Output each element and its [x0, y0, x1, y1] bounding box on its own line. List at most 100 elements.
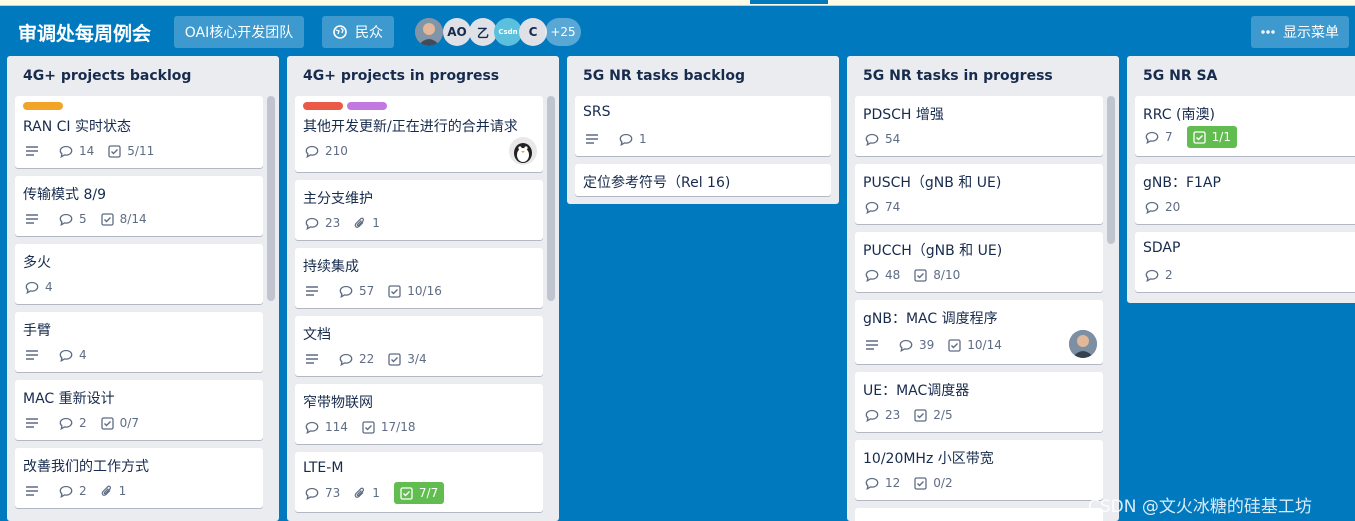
- board-title[interactable]: 审调处每周例会: [18, 19, 151, 46]
- comment-icon: [865, 201, 879, 214]
- card-title: MAC 重新设计: [23, 391, 115, 407]
- card[interactable]: MAC 重新设计 2 0/7: [15, 380, 263, 440]
- card-title: LTE-M: [303, 460, 344, 476]
- card-title: 窄带物联网: [303, 395, 373, 411]
- card-title: RRC (南澳): [1143, 107, 1215, 123]
- checklist-icon: [388, 284, 401, 298]
- card-badges: 73 1 7/7: [305, 482, 458, 504]
- comment-icon: [59, 145, 73, 158]
- card[interactable]: 手臂 4: [15, 312, 263, 372]
- member-avatar-c[interactable]: C: [519, 18, 547, 46]
- member-avatar-photo[interactable]: [415, 18, 443, 46]
- list-scrollbar[interactable]: [267, 96, 275, 301]
- card-title: 传输模式 8/9: [23, 187, 106, 203]
- card[interactable]: 主分支维护 23 1: [295, 180, 543, 240]
- list-title[interactable]: 4G+ projects in progress: [303, 68, 499, 84]
- list-title[interactable]: 5G NR tasks backlog: [583, 68, 745, 84]
- team-button[interactable]: OAI核心开发团队: [174, 16, 304, 48]
- checklist-count: 2/5: [933, 408, 953, 422]
- comment-count: 7: [1165, 130, 1173, 144]
- card-label-orange[interactable]: [23, 102, 63, 110]
- card-partial[interactable]: [855, 508, 1103, 521]
- card-label-purple[interactable]: [347, 102, 387, 110]
- card-label-red[interactable]: [303, 102, 343, 110]
- comment-icon: [305, 145, 319, 158]
- card-badges: 54: [865, 130, 914, 148]
- card-title: PUCCH（gNB 和 UE): [863, 243, 1003, 259]
- checklist-count: 8/10: [933, 268, 961, 282]
- watermark: CSDN @文火冰糖的硅基工坊: [1088, 497, 1312, 517]
- card-member-avatar[interactable]: [509, 137, 537, 165]
- show-menu-button[interactable]: 显示菜单: [1251, 16, 1349, 48]
- list-scrollbar[interactable]: [1107, 96, 1115, 244]
- card[interactable]: 窄带物联网 114 17/18: [295, 384, 543, 444]
- card[interactable]: 多火 4: [15, 244, 263, 304]
- description-icon: [26, 486, 38, 496]
- more-members-button[interactable]: +25: [545, 18, 581, 46]
- checklist-icon: [108, 144, 121, 158]
- list-4g-backlog: 4G+ projects backlog RAN CI 实时状态 14 5/11…: [7, 56, 279, 521]
- description-icon: [306, 354, 318, 364]
- card-badges: 1: [585, 130, 661, 148]
- card[interactable]: PDSCH 增强 54: [855, 96, 1103, 156]
- card-title: 其他开发更新/正在进行的合并请求: [303, 119, 518, 135]
- card-badges: 2: [1145, 266, 1187, 284]
- card[interactable]: SRS 1: [575, 96, 831, 156]
- comment-count: 2: [79, 484, 87, 498]
- card[interactable]: PUSCH（gNB 和 UE) 74: [855, 164, 1103, 224]
- checklist-complete-badge: 1/1: [1186, 126, 1237, 148]
- card[interactable]: 改善我们的工作方式 2 1: [15, 448, 263, 508]
- card[interactable]: UE：MAC调度器 23 2/5: [855, 372, 1103, 432]
- member-avatar-ao[interactable]: AO: [443, 18, 471, 46]
- card-title: PDSCH 增强: [863, 107, 944, 123]
- card[interactable]: SDAP 2: [1135, 232, 1355, 292]
- comment-count: 22: [359, 352, 375, 366]
- card[interactable]: RAN CI 实时状态 14 5/11: [15, 96, 263, 168]
- comment-count: 48: [885, 268, 901, 282]
- comment-count: 4: [79, 348, 87, 362]
- card[interactable]: LTE-M 73 1 7/7: [295, 452, 543, 512]
- checklist-icon: [362, 420, 375, 434]
- visibility-button[interactable]: 民众: [322, 16, 394, 48]
- card-member-avatar[interactable]: [1069, 330, 1097, 358]
- card[interactable]: 10/20MHz 小区带宽 12 0/2: [855, 440, 1103, 500]
- checklist-icon: [100, 416, 114, 430]
- checklist-count: 10/16: [407, 284, 442, 298]
- card[interactable]: RRC (南澳) 7 1/1: [1135, 96, 1355, 156]
- card[interactable]: 传输模式 8/9 5 8/14: [15, 176, 263, 236]
- checklist-count: 3/4: [407, 352, 427, 366]
- description-icon: [26, 146, 38, 156]
- list-scrollbar[interactable]: [547, 96, 555, 301]
- list-title[interactable]: 5G NR SA: [1143, 68, 1217, 84]
- list-title[interactable]: 5G NR tasks in progress: [863, 68, 1053, 84]
- description-icon: [26, 214, 38, 224]
- card[interactable]: 其他开发更新/正在进行的合并请求 210: [295, 96, 543, 172]
- comment-icon: [59, 485, 73, 498]
- comment-icon: [59, 417, 73, 430]
- attachment-count: 1: [118, 484, 127, 498]
- card-badges: 7 1/1: [1145, 126, 1251, 148]
- checklist-icon: [400, 486, 413, 500]
- card-badges: 2 1: [25, 482, 140, 500]
- card-badges: 4: [25, 346, 101, 364]
- card[interactable]: PUCCH（gNB 和 UE) 48 8/10: [855, 232, 1103, 292]
- comment-count: 2: [79, 416, 87, 430]
- card[interactable]: 持续集成 57 10/16: [295, 248, 543, 308]
- card-badges: 20: [1145, 198, 1194, 216]
- member-avatar-yi[interactable]: 乙: [469, 18, 497, 46]
- checklist-icon: [100, 212, 114, 226]
- card[interactable]: 文档 22 3/4: [295, 316, 543, 376]
- member-avatar-csdn[interactable]: Csdn: [494, 18, 522, 46]
- card-title: gNB：F1AP: [1143, 175, 1221, 191]
- checklist-icon: [388, 352, 401, 366]
- list-title[interactable]: 4G+ projects backlog: [23, 68, 191, 84]
- card[interactable]: gNB：F1AP 20: [1135, 164, 1355, 224]
- card-title: PUSCH（gNB 和 UE): [863, 175, 1002, 191]
- card[interactable]: 定位参考符号（Rel 16): [575, 164, 831, 196]
- card[interactable]: gNB：MAC 调度程序 39 10/14: [855, 300, 1103, 364]
- comment-count: 20: [1165, 200, 1181, 214]
- checklist-count: 0/2: [933, 476, 953, 490]
- card-badges: 22 3/4: [305, 350, 441, 368]
- comment-count: 23: [325, 216, 341, 230]
- card-title: 定位参考符号（Rel 16): [583, 175, 731, 191]
